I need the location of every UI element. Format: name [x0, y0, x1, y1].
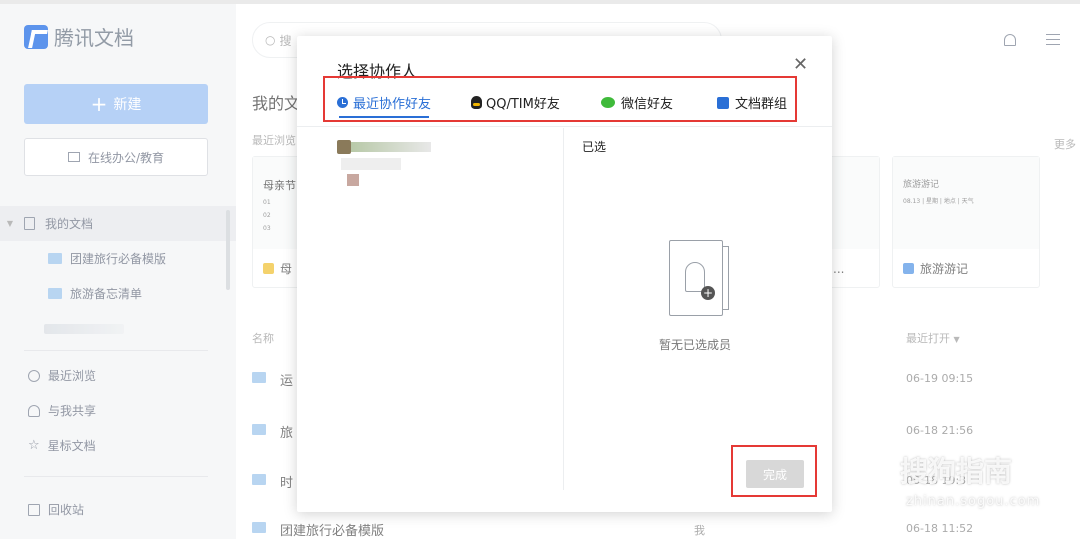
- tab-label: QQ/TIM好友: [486, 97, 560, 112]
- docs-group-icon: [717, 96, 729, 109]
- clock-icon: [337, 97, 348, 108]
- tabs-highlight-box: 最近协作好友 QQ/TIM好友 微信好友 文档群组: [323, 76, 797, 122]
- book-spine: [723, 246, 729, 310]
- tab-qq-friends[interactable]: QQ/TIM好友: [471, 93, 560, 112]
- close-icon[interactable]: ✕: [793, 56, 808, 74]
- qq-icon: [471, 96, 482, 109]
- tab-recent-collaborators[interactable]: 最近协作好友: [337, 93, 431, 112]
- avatar: [337, 140, 351, 154]
- tab-label: 最近协作好友: [353, 97, 432, 112]
- blurred-avatar: [347, 174, 359, 186]
- tab-doc-groups[interactable]: 文档群组: [717, 93, 787, 112]
- done-button[interactable]: 完成: [746, 460, 804, 488]
- tab-label: 微信好友: [621, 97, 674, 112]
- watermark-text: 搜狗指南: [900, 455, 1013, 488]
- dialog-divider: [297, 126, 832, 127]
- blurred-name: [351, 142, 431, 152]
- active-tab-underline: [339, 116, 429, 118]
- empty-members-icon: +: [669, 240, 729, 318]
- wechat-icon: [601, 97, 615, 108]
- friend-list-item[interactable]: [337, 140, 437, 186]
- tab-label: 文档群组: [735, 97, 788, 112]
- add-circle-icon: +: [701, 286, 715, 300]
- select-collaborator-dialog: 选择协作人 ✕ 最近协作好友 QQ/TIM好友 微信好友 文档群组 已选 + 暂…: [297, 36, 832, 512]
- watermark-url: zhinan.sogou.com: [906, 494, 1041, 509]
- blurred-detail: [341, 158, 401, 170]
- selected-panel-title: 已选: [582, 140, 607, 154]
- panel-divider: [563, 128, 564, 490]
- empty-state-text: 暂无已选成员: [659, 338, 732, 352]
- tab-wechat-friends[interactable]: 微信好友: [601, 93, 673, 112]
